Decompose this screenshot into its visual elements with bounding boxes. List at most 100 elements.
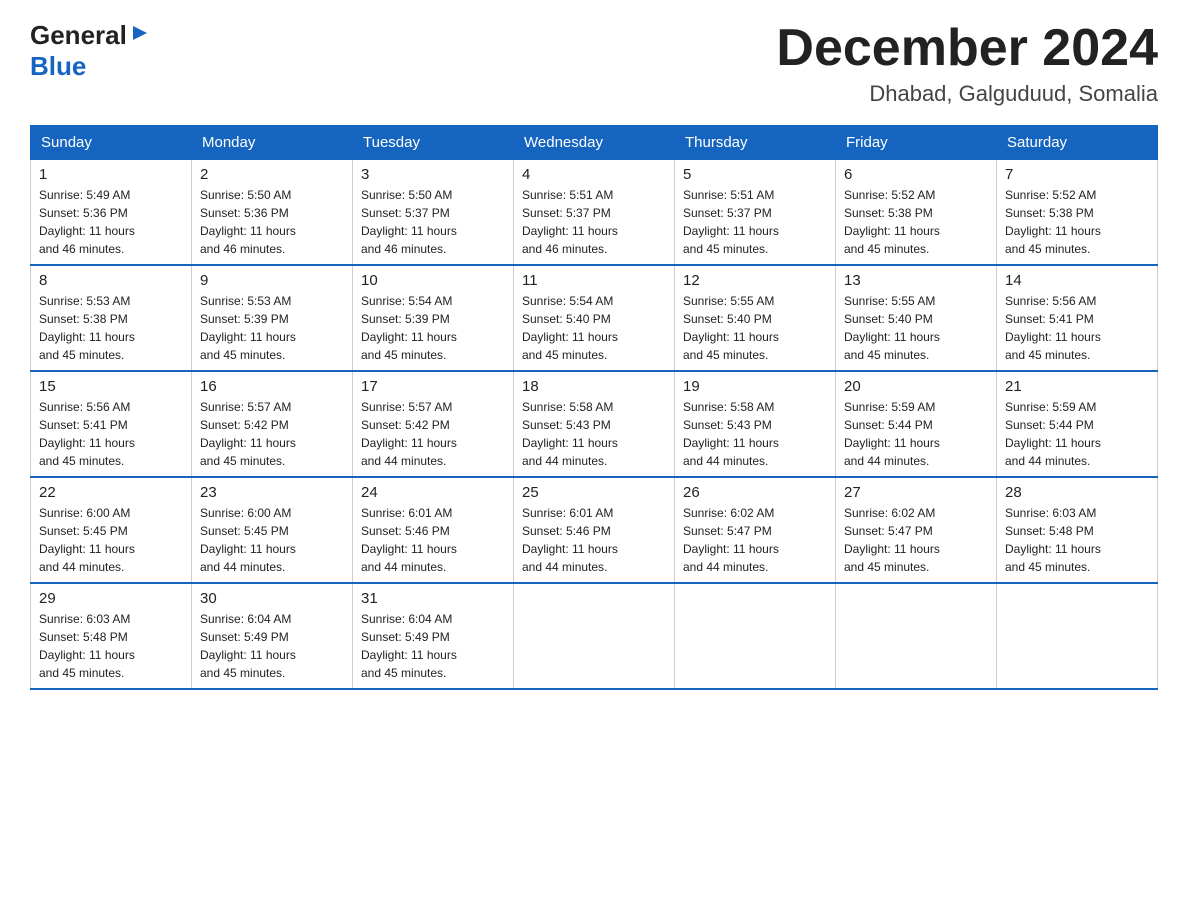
- calendar-cell: 12 Sunrise: 5:55 AM Sunset: 5:40 PM Dayli…: [675, 265, 836, 371]
- day-number: 1: [39, 166, 183, 183]
- calendar-week-row: 29Sunrise: 6:03 AM Sunset: 5:48 PM Dayli…: [31, 583, 1158, 689]
- calendar-cell: 30 Sunrise: 6:04 AM Sunset: 5:49 PM Dayli…: [192, 583, 353, 689]
- day-number: 29: [39, 590, 183, 607]
- title-section: December 2024 Dhabad, Galguduud, Somalia: [776, 20, 1158, 107]
- calendar-cell: 10Sunrise: 5:54 AM Sunset: 5:39 PM Dayli…: [353, 265, 514, 371]
- day-info: Sunrise: 6:04 AM Sunset: 5:49 PM Dayligh…: [200, 610, 344, 682]
- day-number: 4: [522, 166, 666, 183]
- day-info: Sunrise: 5:49 AM Sunset: 5:36 PM Dayligh…: [39, 186, 183, 258]
- month-title: December 2024: [776, 20, 1158, 77]
- day-number: 3: [361, 166, 505, 183]
- day-info: Sunrise: 6:02 AM Sunset: 5:47 PM Dayligh…: [844, 504, 988, 576]
- day-number: 30: [200, 590, 344, 607]
- calendar-cell: 26 Sunrise: 6:02 AM Sunset: 5:47 PM Dayli…: [675, 477, 836, 583]
- day-number: 16: [200, 378, 344, 395]
- calendar-cell: 17Sunrise: 5:57 AM Sunset: 5:42 PM Dayli…: [353, 371, 514, 477]
- day-number: 11: [522, 272, 666, 289]
- day-number: 2: [200, 166, 344, 183]
- day-info: Sunrise: 5:59 AM Sunset: 5:44 PM Dayligh…: [844, 398, 988, 470]
- day-header-monday: Monday: [192, 126, 353, 160]
- day-info: Sunrise: 6:00 AM Sunset: 5:45 PM Dayligh…: [200, 504, 344, 576]
- day-number: 31: [361, 590, 505, 607]
- page-header: General Blue December 2024 Dhabad, Galgu…: [30, 20, 1158, 107]
- day-number: 22: [39, 484, 183, 501]
- day-info: Sunrise: 6:02 AM Sunset: 5:47 PM Dayligh…: [683, 504, 827, 576]
- day-info: Sunrise: 6:01 AM Sunset: 5:46 PM Dayligh…: [522, 504, 666, 576]
- calendar-cell: 2 Sunrise: 5:50 AM Sunset: 5:36 PM Daylig…: [192, 160, 353, 266]
- day-info: Sunrise: 6:00 AM Sunset: 5:45 PM Dayligh…: [39, 504, 183, 576]
- calendar-cell: 23Sunrise: 6:00 AM Sunset: 5:45 PM Dayli…: [192, 477, 353, 583]
- calendar-cell: 29Sunrise: 6:03 AM Sunset: 5:48 PM Dayli…: [31, 583, 192, 689]
- calendar-cell: 24 Sunrise: 6:01 AM Sunset: 5:46 PM Dayli…: [353, 477, 514, 583]
- calendar-cell: 20 Sunrise: 5:59 AM Sunset: 5:44 PM Dayli…: [836, 371, 997, 477]
- day-number: 28: [1005, 484, 1149, 501]
- day-info: Sunrise: 5:57 AM Sunset: 5:42 PM Dayligh…: [200, 398, 344, 470]
- day-number: 25: [522, 484, 666, 501]
- calendar-cell: [514, 583, 675, 689]
- day-info: Sunrise: 5:52 AM Sunset: 5:38 PM Dayligh…: [844, 186, 988, 258]
- day-number: 26: [683, 484, 827, 501]
- day-info: Sunrise: 5:55 AM Sunset: 5:40 PM Dayligh…: [844, 292, 988, 364]
- calendar-week-row: 15 Sunrise: 5:56 AM Sunset: 5:41 PM Dayli…: [31, 371, 1158, 477]
- calendar-cell: 1 Sunrise: 5:49 AM Sunset: 5:36 PM Daylig…: [31, 160, 192, 266]
- day-number: 19: [683, 378, 827, 395]
- calendar-cell: 19 Sunrise: 5:58 AM Sunset: 5:43 PM Dayli…: [675, 371, 836, 477]
- logo-arrow-icon: [129, 22, 151, 44]
- calendar-cell: 16 Sunrise: 5:57 AM Sunset: 5:42 PM Dayli…: [192, 371, 353, 477]
- day-number: 12: [683, 272, 827, 289]
- calendar-cell: 3 Sunrise: 5:50 AM Sunset: 5:37 PM Daylig…: [353, 160, 514, 266]
- day-number: 20: [844, 378, 988, 395]
- calendar-cell: 7Sunrise: 5:52 AM Sunset: 5:38 PM Daylig…: [997, 160, 1158, 266]
- calendar-cell: 9 Sunrise: 5:53 AM Sunset: 5:39 PM Daylig…: [192, 265, 353, 371]
- day-number: 6: [844, 166, 988, 183]
- day-info: Sunrise: 5:56 AM Sunset: 5:41 PM Dayligh…: [1005, 292, 1149, 364]
- day-number: 13: [844, 272, 988, 289]
- calendar-cell: [836, 583, 997, 689]
- location-title: Dhabad, Galguduud, Somalia: [776, 81, 1158, 107]
- calendar-cell: 5Sunrise: 5:51 AM Sunset: 5:37 PM Daylig…: [675, 160, 836, 266]
- calendar-cell: 6 Sunrise: 5:52 AM Sunset: 5:38 PM Daylig…: [836, 160, 997, 266]
- calendar-cell: 27Sunrise: 6:02 AM Sunset: 5:47 PM Dayli…: [836, 477, 997, 583]
- day-header-sunday: Sunday: [31, 126, 192, 160]
- day-info: Sunrise: 6:03 AM Sunset: 5:48 PM Dayligh…: [1005, 504, 1149, 576]
- day-info: Sunrise: 5:52 AM Sunset: 5:38 PM Dayligh…: [1005, 186, 1149, 258]
- logo-general-text: General: [30, 20, 127, 51]
- day-info: Sunrise: 5:57 AM Sunset: 5:42 PM Dayligh…: [361, 398, 505, 470]
- calendar-cell: 22 Sunrise: 6:00 AM Sunset: 5:45 PM Dayli…: [31, 477, 192, 583]
- day-header-saturday: Saturday: [997, 126, 1158, 160]
- day-info: Sunrise: 5:58 AM Sunset: 5:43 PM Dayligh…: [683, 398, 827, 470]
- day-info: Sunrise: 5:50 AM Sunset: 5:37 PM Dayligh…: [361, 186, 505, 258]
- day-info: Sunrise: 5:50 AM Sunset: 5:36 PM Dayligh…: [200, 186, 344, 258]
- day-number: 14: [1005, 272, 1149, 289]
- calendar-week-row: 22 Sunrise: 6:00 AM Sunset: 5:45 PM Dayli…: [31, 477, 1158, 583]
- calendar-cell: 18Sunrise: 5:58 AM Sunset: 5:43 PM Dayli…: [514, 371, 675, 477]
- logo: General Blue: [30, 20, 151, 82]
- calendar-cell: 8 Sunrise: 5:53 AM Sunset: 5:38 PM Daylig…: [31, 265, 192, 371]
- calendar-cell: 21Sunrise: 5:59 AM Sunset: 5:44 PM Dayli…: [997, 371, 1158, 477]
- calendar-week-row: 8 Sunrise: 5:53 AM Sunset: 5:38 PM Daylig…: [31, 265, 1158, 371]
- calendar-cell: 13 Sunrise: 5:55 AM Sunset: 5:40 PM Dayli…: [836, 265, 997, 371]
- day-number: 5: [683, 166, 827, 183]
- calendar-cell: [675, 583, 836, 689]
- calendar-cell: 4Sunrise: 5:51 AM Sunset: 5:37 PM Daylig…: [514, 160, 675, 266]
- day-info: Sunrise: 5:59 AM Sunset: 5:44 PM Dayligh…: [1005, 398, 1149, 470]
- calendar-table: SundayMondayTuesdayWednesdayThursdayFrid…: [30, 125, 1158, 690]
- day-info: Sunrise: 5:53 AM Sunset: 5:39 PM Dayligh…: [200, 292, 344, 364]
- calendar-cell: 31Sunrise: 6:04 AM Sunset: 5:49 PM Dayli…: [353, 583, 514, 689]
- day-number: 24: [361, 484, 505, 501]
- calendar-cell: 15 Sunrise: 5:56 AM Sunset: 5:41 PM Dayli…: [31, 371, 192, 477]
- day-number: 18: [522, 378, 666, 395]
- day-number: 15: [39, 378, 183, 395]
- day-info: Sunrise: 5:55 AM Sunset: 5:40 PM Dayligh…: [683, 292, 827, 364]
- logo-blue-text: Blue: [30, 51, 86, 82]
- day-number: 9: [200, 272, 344, 289]
- day-info: Sunrise: 5:54 AM Sunset: 5:40 PM Dayligh…: [522, 292, 666, 364]
- day-header-thursday: Thursday: [675, 126, 836, 160]
- day-number: 8: [39, 272, 183, 289]
- day-info: Sunrise: 5:53 AM Sunset: 5:38 PM Dayligh…: [39, 292, 183, 364]
- day-info: Sunrise: 6:01 AM Sunset: 5:46 PM Dayligh…: [361, 504, 505, 576]
- day-info: Sunrise: 5:56 AM Sunset: 5:41 PM Dayligh…: [39, 398, 183, 470]
- calendar-week-row: 1 Sunrise: 5:49 AM Sunset: 5:36 PM Daylig…: [31, 160, 1158, 266]
- calendar-cell: 28 Sunrise: 6:03 AM Sunset: 5:48 PM Dayli…: [997, 477, 1158, 583]
- calendar-cell: 11 Sunrise: 5:54 AM Sunset: 5:40 PM Dayli…: [514, 265, 675, 371]
